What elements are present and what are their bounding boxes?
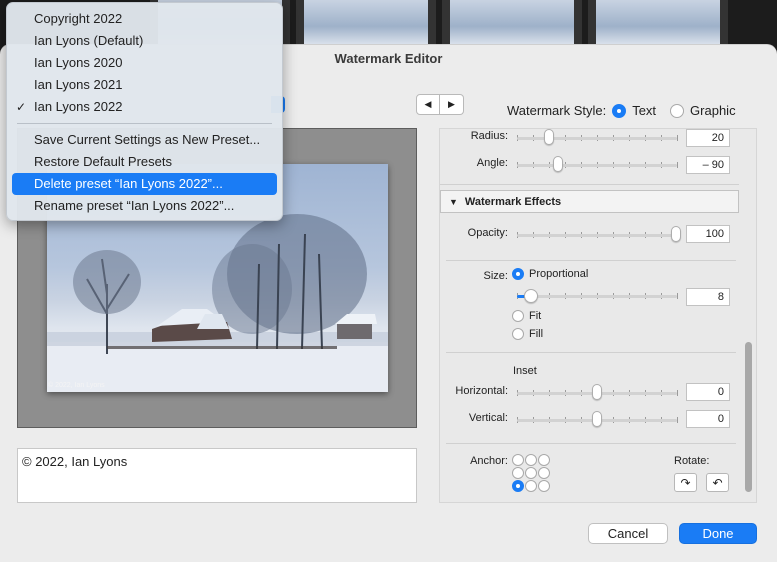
size-proportional-radio[interactable] (512, 268, 524, 280)
anchor-bottom-center[interactable] (525, 480, 537, 492)
menu-separator (17, 123, 272, 124)
slider-tick (677, 390, 678, 396)
opacity-label: Opacity: (467, 227, 508, 239)
next-image-button[interactable]: ▶ (440, 94, 464, 115)
anchor-bottom-left[interactable] (512, 480, 524, 492)
size-fit-radio[interactable] (512, 310, 524, 322)
style-graphic-radio[interactable] (670, 103, 685, 118)
cancel-button[interactable]: Cancel (588, 523, 668, 544)
preset-item-ian-lyons-2022[interactable]: ✓ Ian Lyons 2022 (12, 96, 277, 118)
radius-slider-thumb[interactable] (544, 129, 554, 145)
preset-item-ian-lyons-2021[interactable]: Ian Lyons 2021 (12, 74, 277, 96)
slider-tick (677, 162, 678, 168)
size-proportional-label: Proportional (529, 268, 589, 280)
vertical-label: Vertical: (468, 412, 508, 424)
size-fill-radio[interactable] (512, 328, 524, 340)
previous-image-button[interactable]: ◀ (416, 94, 440, 115)
preset-item-label: Ian Lyons 2020 (34, 55, 123, 70)
horizontal-field[interactable]: 0 (686, 383, 730, 401)
angle-field[interactable]: – 90 (686, 156, 730, 174)
size-label: Size: (483, 270, 508, 282)
opacity-field[interactable]: 100 (686, 225, 730, 243)
style-graphic-label: Graphic (690, 103, 736, 118)
angle-slider-thumb[interactable] (553, 156, 563, 172)
divider (446, 260, 736, 261)
anchor-middle-left[interactable] (512, 467, 524, 479)
size-proportional-row: Proportional (512, 268, 588, 280)
preset-item-label: Copyright 2022 (34, 11, 123, 26)
divider (440, 184, 739, 185)
radius-label: Radius: (470, 130, 508, 142)
divider (446, 443, 736, 444)
menu-item-label: Restore Default Presets (34, 154, 173, 169)
disclosure-triangle-icon: ▼ (449, 196, 458, 207)
preset-item-label: Ian Lyons 2022 (34, 99, 123, 114)
restore-presets-item[interactable]: Restore Default Presets (12, 151, 277, 173)
menu-item-label: Save Current Settings as New Preset... (34, 132, 261, 147)
angle-label: Angle: (476, 157, 508, 169)
watermark-effects-header[interactable]: ▼ Watermark Effects (440, 190, 739, 213)
anchor-top-right[interactable] (538, 454, 550, 466)
size-fill-row: Fill (512, 328, 543, 340)
style-text-radio[interactable] (612, 103, 627, 118)
radius-field[interactable]: 20 (686, 129, 730, 147)
preset-item-ian-lyons-2020[interactable]: Ian Lyons 2020 (12, 52, 277, 74)
filmstrip-thumbnail (442, 0, 582, 48)
anchor-top-center[interactable] (525, 454, 537, 466)
radius-slider-track[interactable] (517, 137, 677, 140)
settings-panel: Radius: 20 Angle: – 90 ▼ Watermark Effec… (439, 128, 757, 503)
size-fit-row: Fit (512, 310, 541, 322)
preset-item-ian-lyons-default[interactable]: Ian Lyons (Default) (12, 30, 277, 52)
slider-tick (677, 135, 678, 141)
delete-preset-item[interactable]: Delete preset “Ian Lyons 2022”... (12, 173, 277, 195)
preview-watermark-text: © 2022, Ian Lyons (48, 382, 105, 389)
anchor-middle-center[interactable] (525, 467, 537, 479)
vertical-slider-thumb[interactable] (592, 411, 602, 427)
rotate-label: Rotate: (674, 455, 710, 467)
preset-item-copyright-2022[interactable]: Copyright 2022 (12, 8, 277, 30)
preset-item-label: Ian Lyons (Default) (34, 33, 144, 48)
slider-tick (677, 417, 678, 423)
size-fit-label: Fit (529, 310, 542, 322)
opacity-slider-track[interactable] (517, 234, 677, 237)
rotate-counterclockwise-button[interactable]: ↶ (706, 473, 729, 492)
save-preset-item[interactable]: Save Current Settings as New Preset... (12, 129, 277, 151)
opacity-slider-thumb[interactable] (671, 226, 681, 242)
watermark-text-field[interactable]: © 2022, Ian Lyons (17, 448, 417, 503)
filmstrip-thumbnail (588, 0, 728, 48)
horizontal-label: Horizontal: (455, 385, 508, 397)
anchor-bottom-right[interactable] (538, 480, 550, 492)
watermark-effects-title: Watermark Effects (464, 195, 562, 208)
horizontal-slider-thumb[interactable] (592, 384, 602, 400)
filmstrip-thumbnail (296, 0, 436, 48)
vertical-field[interactable]: 0 (686, 410, 730, 428)
anchor-middle-right[interactable] (538, 467, 550, 479)
size-fill-label: Fill (529, 328, 544, 340)
style-text-label: Text (632, 103, 657, 118)
watermark-style-label: Watermark Style: (507, 103, 607, 118)
size-field[interactable]: 8 (686, 288, 730, 306)
size-slider-thumb[interactable] (524, 289, 538, 303)
anchor-label: Anchor: (470, 455, 508, 467)
preset-menu: Copyright 2022 Ian Lyons (Default) Ian L… (6, 2, 283, 221)
panel-scrollbar[interactable] (745, 342, 752, 492)
angle-slider-track[interactable] (517, 164, 677, 167)
slider-tick (677, 293, 678, 299)
rotate-clockwise-button[interactable]: ↷ (674, 473, 697, 492)
watermark-style-row: Watermark Style: Text Graphic (507, 103, 736, 118)
checkmark-icon: ✓ (16, 100, 27, 114)
preset-item-label: Ian Lyons 2021 (34, 77, 123, 92)
done-button[interactable]: Done (679, 523, 757, 544)
image-nav: ◀ ▶ (416, 94, 464, 115)
anchor-grid (512, 454, 551, 493)
menu-item-label: Delete preset “Ian Lyons 2022”... (34, 176, 223, 191)
size-slider-track[interactable] (517, 295, 677, 298)
anchor-top-left[interactable] (512, 454, 524, 466)
menu-item-label: Rename preset “Ian Lyons 2022”... (34, 198, 235, 213)
divider (446, 352, 736, 353)
inset-label: Inset (513, 365, 537, 377)
rename-preset-item[interactable]: Rename preset “Ian Lyons 2022”... (12, 195, 277, 217)
